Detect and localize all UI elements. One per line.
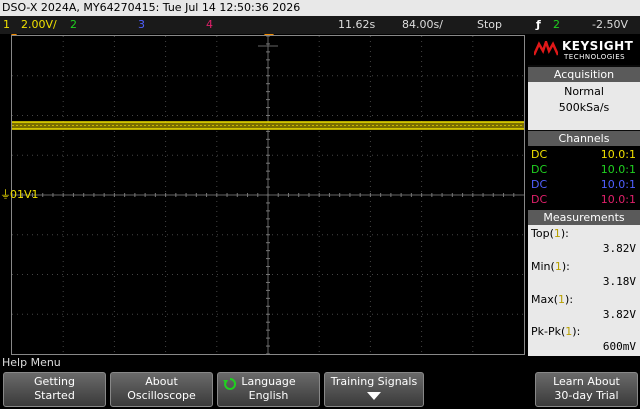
softkey-bar: Getting Started About Oscilloscope Langu… [0,370,640,409]
chevron-down-icon [367,392,381,400]
measurement-value-pkpk: 600mV [602,340,636,353]
delay-readout[interactable]: 84.00s/ [402,16,443,34]
measurements-panel[interactable]: Top(1): 3.82V Min(1): 3.18V Max(1): 3.82… [528,225,640,356]
measurement-label-pkpk: Pk-Pk(1): [531,325,581,338]
measurements-header[interactable]: Measurements [528,210,640,225]
waveform-graticule[interactable] [11,35,525,355]
measurement-label-max: Max(1): [531,293,574,306]
ch1-scale[interactable]: 2.00V/ [21,16,57,34]
training-signals-button[interactable]: Training Signals [324,372,424,407]
learn-about-trial-button[interactable]: Learn About 30-day Trial [535,372,638,407]
sample-rate: 500kSa/s [558,101,610,114]
softkey-line1: About [145,375,178,388]
ch4-coupling: DC [531,193,548,206]
ch2-coupling: DC [531,163,548,176]
run-state[interactable]: Stop [477,16,502,34]
acquisition-header[interactable]: Acquisition [528,67,640,82]
measurement-label-top: Top(1): [531,227,569,240]
measurement-value-min: 3.18V [602,275,636,288]
softkey-line1: Training Signals [330,375,418,388]
channels-header[interactable]: Channels [528,131,640,146]
channels-panel[interactable]: DC 10.0:1 DC 10.0:1 DC 10.0:1 DC 10.0:1 [528,146,640,210]
measurement-value-max: 3.82V [602,308,636,321]
acquisition-mode: Normal [564,85,604,98]
ch4-number[interactable]: 4 [206,16,213,34]
keysight-logo-icon [534,41,558,56]
softkey-line1: Learn About [553,375,620,388]
timebase-readout[interactable]: 11.62s [338,16,375,34]
softkey-line2: English [248,389,289,402]
trigger-edge-icon: ƒ [536,18,541,31]
keysight-logo: KEYSIGHT TECHNOLOGIES [528,35,640,65]
ch2-number[interactable]: 2 [70,16,77,34]
brand-name: KEYSIGHT [562,39,634,53]
ch3-coupling: DC [531,178,548,191]
ch3-probe: 10.0:1 [600,178,636,191]
ground-label: 01V1 [10,188,39,201]
softkey-line2: 30-day Trial [554,389,619,402]
help-menu-title: Help Menu [0,356,640,370]
ch1-probe: 10.0:1 [600,148,636,161]
trigger-source[interactable]: 2 [553,16,560,34]
getting-started-button[interactable]: Getting Started [3,372,106,407]
right-panel: KEYSIGHT TECHNOLOGIES Acquisition Normal… [528,35,640,356]
measurement-label-min: Min(1): [531,260,570,273]
measurement-value-top: 3.82V [602,242,636,255]
status-bar: 1 2.00V/ 2 3 4 11.62s 84.00s/ Stop ƒ 2 -… [0,16,640,34]
ch4-probe: 10.0:1 [600,193,636,206]
rotate-knob-icon [223,377,237,390]
trigger-level[interactable]: -2.50V [592,16,628,34]
ch2-probe: 10.0:1 [600,163,636,176]
ground-icon: ⏚ [0,188,11,201]
ch3-number[interactable]: 3 [138,16,145,34]
about-oscilloscope-button[interactable]: About Oscilloscope [110,372,213,407]
ch1-ground-marker[interactable]: ⏚01V1 [0,188,39,202]
softkey-line1: Getting [34,375,75,388]
softkey-line2: Started [34,389,75,402]
brand-sub: TECHNOLOGIES [564,53,626,61]
language-button[interactable]: Language English [217,372,320,407]
ch1-coupling: DC [531,148,548,161]
title-bar: DSO-X 2024A, MY64270415: Tue Jul 14 12:5… [0,0,640,16]
ch1-number[interactable]: 1 [3,16,10,34]
acquisition-panel[interactable]: Normal 500kSa/s [528,82,640,130]
softkey-line2: Oscilloscope [127,389,196,402]
ch1-waveform-trace [12,121,524,130]
